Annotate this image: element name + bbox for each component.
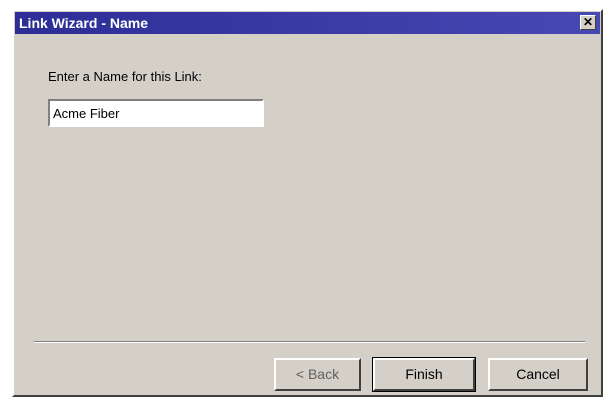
window-title: Link Wizard - Name	[19, 15, 149, 31]
finish-button[interactable]: Finish	[372, 357, 476, 392]
link-name-input[interactable]	[48, 99, 264, 127]
cancel-button[interactable]: Cancel	[488, 358, 588, 391]
title-bar: Link Wizard - Name ✕	[15, 12, 600, 34]
separator	[34, 341, 585, 343]
back-button[interactable]: < Back	[274, 358, 361, 391]
name-prompt-label: Enter a Name for this Link:	[48, 69, 202, 84]
link-wizard-dialog: Link Wizard - Name ✕ Enter a Name for th…	[12, 9, 603, 397]
close-icon[interactable]: ✕	[580, 15, 596, 30]
